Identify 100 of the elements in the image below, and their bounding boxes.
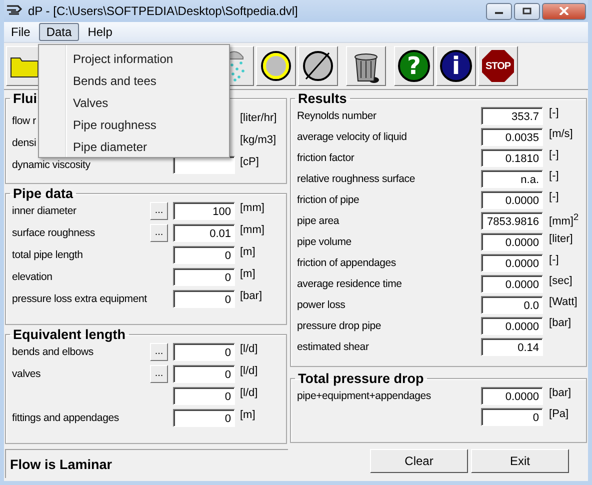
stop-button[interactable]: STOP [478, 46, 518, 86]
input-field[interactable]: 0 [173, 409, 235, 427]
output-field: 0.0000 [481, 190, 544, 208]
unit-label: [mm] [240, 201, 266, 214]
slashed-circle-icon [301, 49, 335, 83]
field-label: valves [12, 368, 41, 380]
output-field: 0.0000 [481, 386, 544, 404]
unit-label: [mm]$^{2}$ [549, 211, 580, 228]
menu-option[interactable]: Bends and tees [39, 70, 229, 92]
unit-label: [m/s] [549, 127, 574, 140]
field-label: friction of appendages [297, 256, 396, 268]
delete-button[interactable] [346, 46, 386, 86]
maximize-button[interactable] [514, 2, 540, 20]
output-field: 0.1810 [481, 148, 544, 166]
field-label: surface roughness [12, 227, 95, 239]
field-label: densi [12, 137, 36, 149]
unit-label: [liter/hr] [240, 111, 278, 124]
field-label: pressure loss extra equipment [12, 293, 147, 305]
output-field: 0 [481, 408, 544, 426]
field-label: dynamic viscosity [12, 159, 90, 171]
ring-icon [259, 49, 293, 83]
toolbar-button[interactable] [256, 46, 296, 86]
unit-label: [-] [549, 106, 560, 119]
field-label: elevation [12, 271, 52, 283]
input-field[interactable]: 100 [173, 202, 235, 220]
input-field[interactable] [173, 156, 235, 174]
output-field: 0.0000 [481, 232, 544, 250]
toolbar-button[interactable] [298, 46, 338, 86]
menu-item[interactable]: File [4, 23, 38, 41]
field-label: average residence time [297, 278, 402, 290]
menu-option[interactable]: Pipe roughness [39, 114, 229, 136]
menu-item[interactable]: Data [39, 23, 79, 41]
unit-label: [-] [549, 190, 560, 203]
output-field: 0.0 [481, 296, 544, 314]
field-label: relative roughness surface [297, 172, 415, 184]
unit-label: [-] [549, 253, 560, 266]
field-label: fittings and appendages [12, 412, 119, 424]
unit-label: [sec] [549, 274, 574, 287]
field-label: pipe area [297, 214, 340, 226]
input-field[interactable]: 0 [173, 268, 235, 286]
group-title: Equivalent length [12, 327, 127, 342]
field-label: Reynolds number [297, 110, 376, 122]
field-label: estimated shear [297, 340, 369, 352]
field-label: inner diameter [12, 205, 76, 217]
unit-label: [l/d] [240, 342, 259, 355]
unit-label: [l/d] [240, 364, 259, 377]
unit-label: [Pa] [549, 407, 570, 420]
input-field[interactable]: 0 [173, 343, 235, 361]
maximize-icon [522, 7, 532, 15]
unit-label: [m] [240, 408, 256, 421]
output-field: 0.14 [481, 338, 544, 356]
input-field[interactable]: 0 [173, 290, 235, 308]
unit-label: [kg/m3] [240, 133, 278, 146]
unit-label: [cP] [240, 155, 260, 168]
menu-option[interactable]: Valves [39, 92, 229, 114]
unit-label: [bar] [549, 316, 572, 329]
output-field: 0.0035 [481, 128, 544, 146]
unit-label: [l/d] [240, 386, 259, 399]
output-field: 0.0000 [481, 316, 544, 334]
unit-label: [bar] [549, 386, 572, 399]
output-field: 353.7 [481, 106, 544, 124]
action-button[interactable]: Exit [471, 449, 569, 473]
input-field[interactable]: 0 [173, 387, 235, 405]
browse-button[interactable]: ... [150, 224, 168, 242]
unit-label: [bar] [240, 289, 264, 302]
field-label: pipe volume [297, 236, 352, 248]
group-title: Results [297, 91, 348, 106]
action-button[interactable]: Clear [370, 449, 468, 473]
help-button[interactable]: ? [394, 46, 434, 86]
field-label: power loss [297, 298, 346, 310]
menu-option[interactable]: Pipe diameter [39, 136, 229, 158]
group-title: Pipe data [12, 186, 74, 201]
output-field: n.a. [481, 170, 544, 188]
unit-label: [m] [240, 245, 256, 258]
group-title: Flui [12, 91, 38, 106]
input-field[interactable]: 0 [173, 365, 235, 383]
field-label: friction of pipe [297, 194, 360, 206]
unit-label: [-] [549, 148, 560, 161]
field-label: average velocity of liquid [297, 130, 407, 142]
browse-button[interactable]: ... [150, 202, 168, 220]
field-label: pipe+equipment+appendages [297, 390, 431, 402]
input-field[interactable]: 0.01 [173, 224, 235, 242]
output-field: 7853.9816 [481, 212, 544, 230]
menu-item[interactable]: Help [80, 23, 120, 41]
menu-option[interactable]: Project information [39, 48, 229, 70]
unit-label: [mm] [240, 223, 266, 236]
field-label: bends and elbows [12, 346, 94, 358]
info-button[interactable]: i [436, 46, 476, 86]
browse-button[interactable]: ... [150, 365, 168, 383]
minimize-button[interactable] [486, 2, 512, 20]
field-label: flow r [12, 115, 36, 127]
field-label: total pipe length [12, 249, 83, 261]
unit-label: [m] [240, 267, 256, 280]
browse-button[interactable]: ... [150, 343, 168, 361]
window-title: dP - [C:\Users\SOFTPEDIA\Desktop\Softpedia.dvl] [28, 4, 298, 18]
close-button[interactable] [542, 2, 586, 20]
group-title: Total pressure drop [297, 371, 425, 386]
output-field: 0.0000 [481, 254, 544, 272]
input-field[interactable]: 0 [173, 246, 235, 264]
output-field: 0.0000 [481, 274, 544, 292]
